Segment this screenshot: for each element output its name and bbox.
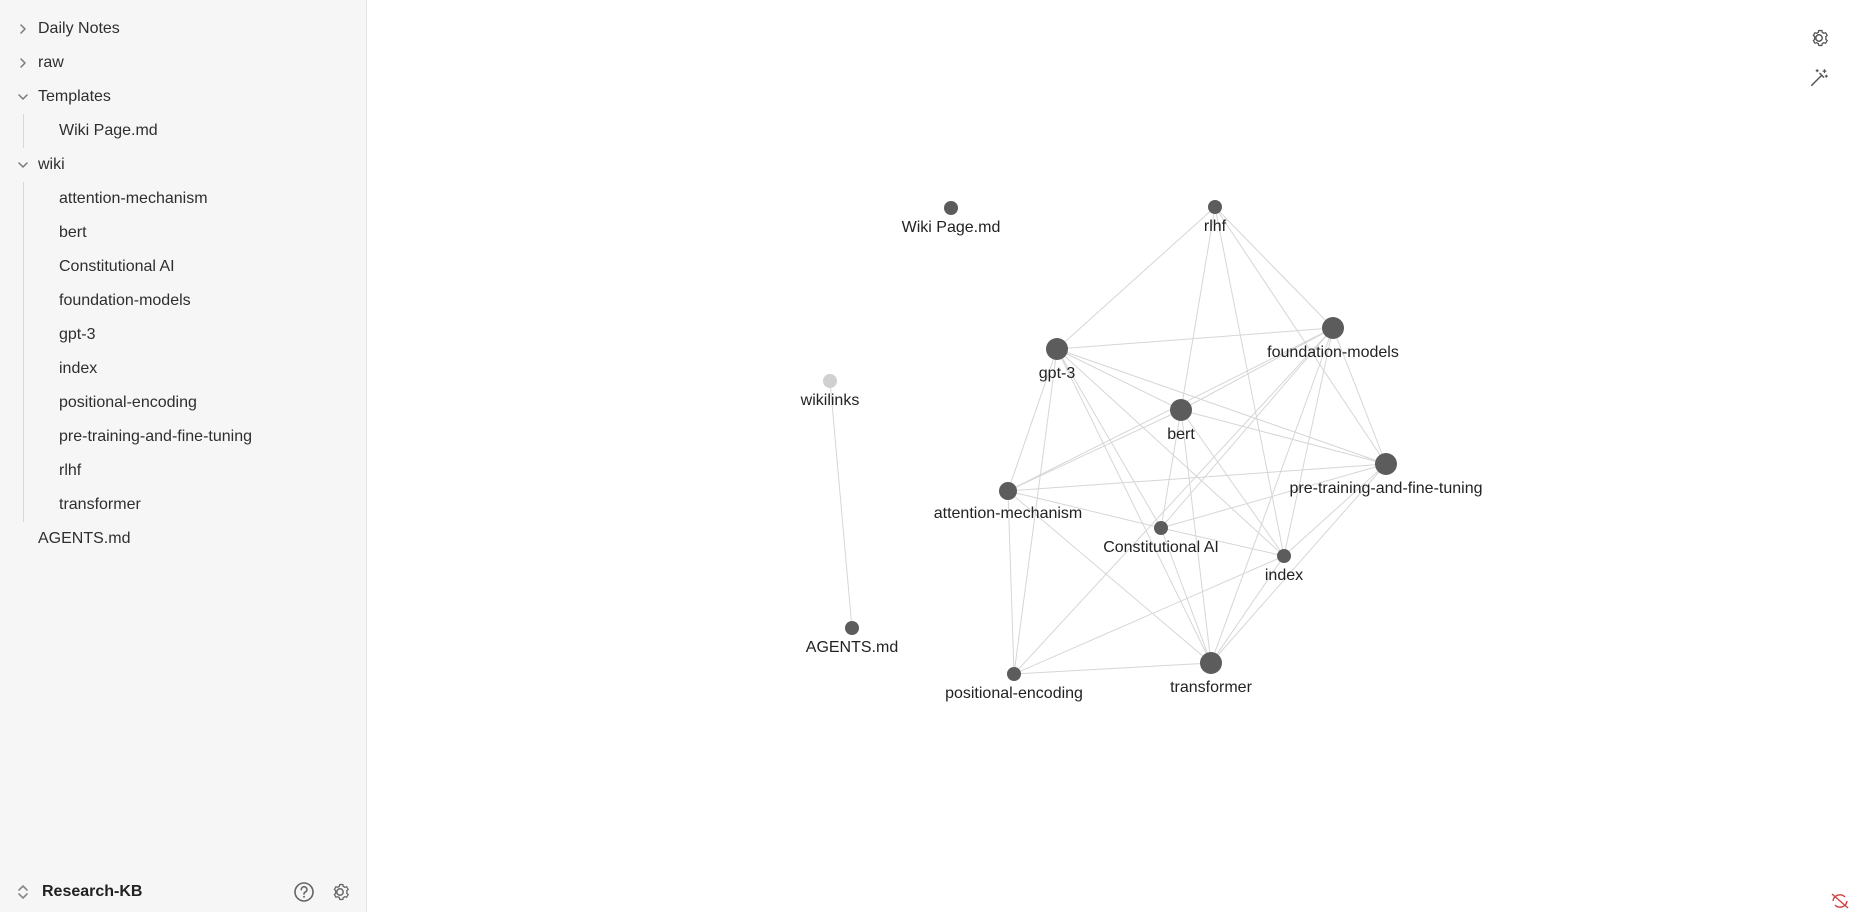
graph-node-dot[interactable] [944,201,958,215]
graph-node-wikilinks[interactable]: wikilinks [800,374,860,409]
graph-node-dot[interactable] [1277,549,1291,563]
vault-switcher-bar: Research-KB [0,872,366,912]
graph-node-label: positional-encoding [945,685,1083,702]
graph-canvas[interactable]: Wiki Page.md rlhf foundation-models gpt-3 wi… [367,0,1857,912]
graph-edge [1013,662,1212,675]
chevron-right-icon[interactable] [14,20,32,38]
file-item[interactable]: Constitutional AI [0,250,366,284]
sync-off-icon[interactable] [1829,892,1851,910]
graph-node-label: rlhf [1204,218,1227,235]
graph-node-constitutional[interactable]: Constitutional AI [1103,521,1219,556]
graph-view[interactable]: Wiki Page.md rlhf foundation-models gpt-3 wi… [367,0,1857,912]
file-tree: Daily Notes raw Templates Wiki Page.md wiki a… [0,0,366,556]
help-circle-icon[interactable] [292,880,316,904]
graph-edge [829,380,853,629]
folder-templates[interactable]: Templates [0,80,366,114]
graph-node-dot[interactable] [1200,652,1222,674]
graph-node-agents[interactable]: AGENTS.md [806,621,898,656]
graph-node-pre-training[interactable]: pre-training-and-fine-tuning [1290,453,1483,497]
graph-node-dot[interactable] [845,621,859,635]
file-item[interactable]: positional-encoding [0,386,366,420]
graph-controls [1807,26,1831,90]
graph-node-label: bert [1167,426,1195,443]
folder-wiki[interactable]: wiki [0,148,366,182]
graph-node-label: wikilinks [800,392,860,409]
file-item[interactable]: index [0,352,366,386]
file-item[interactable]: bert [0,216,366,250]
graph-node-positional[interactable]: positional-encoding [945,667,1083,702]
graph-node-dot[interactable] [1154,521,1168,535]
folder-children: Wiki Page.md [0,114,366,148]
file-item[interactable]: gpt-3 [0,318,366,352]
graph-edge [1007,409,1182,492]
graph-node-dot[interactable] [823,374,837,388]
file-item[interactable]: rlhf [0,454,366,488]
graph-edge [1180,409,1285,557]
graph-node-label: foundation-models [1267,344,1399,361]
folder-children: attention-mechanism bert Constitutional AI… [0,182,366,522]
graph-edge [1056,206,1216,350]
graph-edge [1056,348,1182,411]
graph-edge [1283,463,1387,557]
file-item[interactable]: AGENTS.md [0,522,366,556]
graph-node-label: index [1265,567,1303,584]
folder-raw[interactable]: raw [0,46,366,80]
graph-node-foundation-models[interactable]: foundation-models [1267,317,1399,361]
chevron-down-icon[interactable] [14,156,32,174]
chevron-down-icon[interactable] [14,88,32,106]
graph-node-bert[interactable]: bert [1167,399,1195,443]
graph-edge [1180,206,1216,411]
graph-edge [1180,327,1334,411]
graph-node-label: Constitutional AI [1103,539,1219,556]
graph-node-dot[interactable] [1322,317,1344,339]
graph-node-rlhf[interactable]: rlhf [1204,200,1227,235]
graph-node-dot[interactable] [1208,200,1222,214]
graph-node-label: pre-training-and-fine-tuning [1290,480,1483,497]
graph-node-label: Wiki Page.md [902,219,1001,236]
gear-icon[interactable] [1807,26,1831,50]
graph-edges [829,206,1387,675]
file-item[interactable]: Wiki Page.md [0,114,366,148]
graph-node-transformer[interactable]: transformer [1170,652,1253,696]
folder-label: Daily Notes [38,20,120,37]
chevrons-up-down-icon[interactable] [14,884,32,900]
folder-label: wiki [38,156,65,173]
graph-node-label: gpt-3 [1039,365,1076,382]
vault-name[interactable]: Research-KB [42,883,142,901]
graph-edge [1214,206,1334,329]
gear-icon[interactable] [328,880,352,904]
graph-node-dot[interactable] [1007,667,1021,681]
file-item[interactable]: attention-mechanism [0,182,366,216]
graph-node-dot[interactable] [1375,453,1397,475]
graph-node-index[interactable]: index [1265,549,1303,584]
graph-node-wiki-page[interactable]: Wiki Page.md [902,201,1001,236]
chevron-right-icon[interactable] [14,54,32,72]
graph-node-dot[interactable] [1046,338,1068,360]
graph-node-dot[interactable] [999,482,1017,500]
graph-edge [1180,409,1212,664]
graph-node-label: AGENTS.md [806,639,898,656]
magic-wand-icon[interactable] [1807,66,1831,90]
folder-daily-notes[interactable]: Daily Notes [0,12,366,46]
file-item[interactable]: pre-training-and-fine-tuning [0,420,366,454]
file-item[interactable]: transformer [0,488,366,522]
folder-label: raw [38,54,64,71]
file-item[interactable]: foundation-models [0,284,366,318]
graph-node-label: attention-mechanism [934,505,1083,522]
file-explorer-sidebar: Daily Notes raw Templates Wiki Page.md wiki a… [0,0,367,912]
graph-node-dot[interactable] [1170,399,1192,421]
folder-label: Templates [38,88,111,105]
graph-node-gpt-3[interactable]: gpt-3 [1039,338,1076,382]
graph-node-label: transformer [1170,679,1252,696]
graph-edge [1056,348,1387,465]
